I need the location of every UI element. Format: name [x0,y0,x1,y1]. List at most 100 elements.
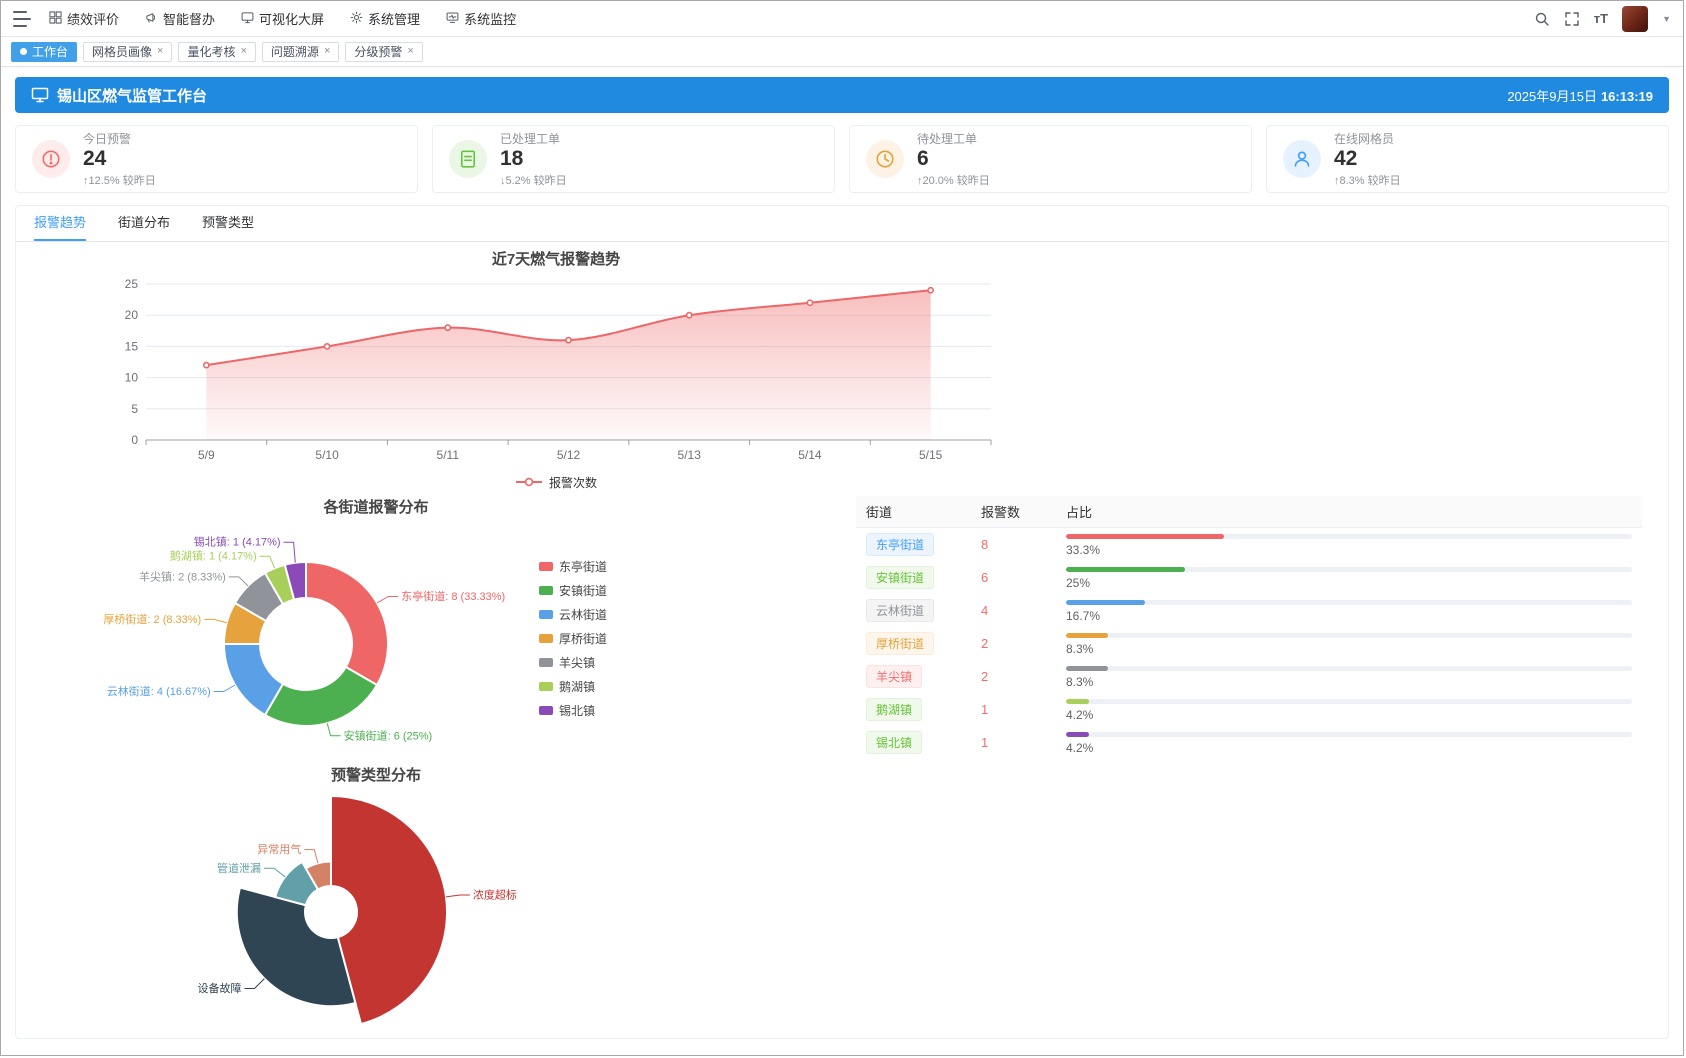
street-badge[interactable]: 羊尖镇 [866,665,922,688]
stat-value: 42 [1334,147,1401,171]
legend-item-3[interactable]: 厚桥街道 [539,630,607,647]
stat-label: 今日预警 [83,130,156,147]
fullscreen-icon[interactable] [1564,11,1580,27]
data-point-1[interactable] [324,344,329,349]
chevron-down-icon[interactable]: ▼ [1662,14,1671,24]
top-navbar: 绩效评价 智能督办 可视化大屏 系统管理 系统监控 тT ▼ [1,1,1683,37]
close-icon[interactable]: × [407,46,413,57]
data-point-2[interactable] [445,325,450,330]
document-icon [449,140,487,178]
tag-workbench-active[interactable]: 工作台 [11,42,77,62]
tag-item-1[interactable]: 量化考核 × [178,42,255,62]
cell-street: 东亭街道 [866,533,981,556]
cell-percent: 16.7% [1066,598,1632,623]
panel-tab-1[interactable]: 街道分布 [118,206,170,241]
nav-item-0[interactable]: 绩效评价 [49,9,119,28]
alarm-count: 8 [981,537,1066,552]
percent-bar-fill [1066,633,1108,638]
street-badge[interactable]: 锡北镇 [866,731,922,754]
charts-panel: 报警趋势街道分布预警类型 近7天燃气报警趋势 05101520255/95/10… [15,205,1669,1039]
svg-text:5/9: 5/9 [198,448,215,462]
data-point-0[interactable] [204,363,209,368]
table-row-4: 羊尖镇28.3% [856,660,1642,693]
stat-card-text: 已处理工单18↓5.2% 较昨日 [500,130,567,187]
stat-label: 在线网格员 [1334,130,1401,147]
cell-street: 厚桥街道 [866,632,981,655]
banner-datetime: 2025年9月15日16:13:19 [1507,86,1653,105]
legend-label: 报警次数 [549,474,597,491]
alert-type-rose-chart: 浓度超标设备故障管道泄漏异常用气 [96,788,656,1036]
donut-slice-1[interactable] [265,667,377,726]
cell-percent: 33.3% [1066,532,1632,557]
data-point-4[interactable] [687,313,692,318]
alarm-count: 6 [981,570,1066,585]
font-size-icon[interactable]: тT [1594,11,1608,26]
street-badge[interactable]: 东亭街道 [866,533,934,556]
percent-bar-fill [1066,699,1089,704]
tag-label: 量化考核 [187,43,235,60]
alarm-count: 2 [981,636,1066,651]
search-icon[interactable] [1534,11,1550,27]
table-row-6: 锡北镇14.2% [856,726,1642,759]
street-badge[interactable]: 云林街道 [866,599,934,622]
close-icon[interactable]: × [157,46,163,57]
data-point-3[interactable] [566,338,571,343]
svg-text:5/13: 5/13 [678,448,702,462]
collapse-menu-icon[interactable] [13,11,33,27]
cell-street: 锡北镇 [866,731,981,754]
svg-text:25: 25 [125,277,139,291]
percent-bar-track [1066,534,1632,539]
data-point-5[interactable] [807,300,812,305]
banner-time: 16:13:19 [1601,89,1653,104]
stat-delta: ↑12.5% 较昨日 [83,172,156,188]
tag-item-2[interactable]: 问题溯源× [262,42,339,62]
donut-label-5: 鹅湖镇: 1 (4.17%) [170,549,257,563]
percent-bar-track [1066,699,1632,704]
nav-item-label: 系统管理 [368,9,420,28]
legend-item-1[interactable]: 安镇街道 [539,582,607,599]
donut-label-3: 厚桥街道: 2 (8.33%) [103,612,201,626]
nav-item-1[interactable]: 智能督办 [145,9,215,28]
panel-tab-2[interactable]: 预警类型 [202,206,254,241]
table-row-5: 鹅湖镇14.2% [856,693,1642,726]
svg-text:20: 20 [125,308,139,322]
nav-item-3[interactable]: 系统管理 [350,9,420,28]
user-icon [1283,140,1321,178]
street-donut-block: 各街道报警分布 东亭街道: 8 (33.33%)安镇街道: 6 (25%)云林街… [96,496,656,760]
avatar[interactable] [1622,6,1648,32]
close-icon[interactable]: × [240,46,246,57]
gear-icon [350,11,363,27]
rose-label-3: 异常用气 [257,842,301,856]
clock-icon [866,140,904,178]
legend-item-0[interactable]: 东亭街道 [539,558,607,575]
legend-label: 安镇街道 [559,582,607,599]
tab-bar: 工作台网格员画像×量化考核×问题溯源×分级预警× [1,37,1683,67]
street-badge[interactable]: 鹅湖镇 [866,698,922,721]
legend-alarm-count[interactable]: 报警次数 [96,472,1016,492]
legend-item-4[interactable]: 羊尖镇 [539,654,607,671]
legend-label: 云林街道 [559,606,607,623]
stat-label: 已处理工单 [500,130,567,147]
legend-label: 羊尖镇 [559,654,595,671]
svg-text:5: 5 [131,402,138,416]
nav-item-4[interactable]: 系统监控 [446,9,516,28]
tag-item-3[interactable]: 分级预警× [345,42,422,62]
screen-icon [31,86,49,104]
street-badge[interactable]: 厚桥街道 [866,632,934,655]
percent-bar-track [1066,633,1632,638]
close-icon[interactable]: × [324,46,330,57]
panel-tab-0[interactable]: 报警趋势 [34,206,86,241]
legend-item-5[interactable]: 鹅湖镇 [539,678,607,695]
legend-item-2[interactable]: 云林街道 [539,606,607,623]
donut-label-2: 云林街道: 4 (16.67%) [107,684,211,698]
legend-item-6[interactable]: 锡北镇 [539,702,607,719]
table-rows: 东亭街道833.3%安镇街道625%云林街道416.7%厚桥街道28.3%羊尖镇… [856,528,1642,759]
table-row-3: 厚桥街道28.3% [856,627,1642,660]
svg-text:5/12: 5/12 [557,448,581,462]
percent-label: 16.7% [1066,609,1632,623]
data-point-6[interactable] [928,288,933,293]
nav-item-2[interactable]: 可视化大屏 [241,9,324,28]
street-badge[interactable]: 安镇街道 [866,566,934,589]
tag-item-0[interactable]: 网格员画像× [83,42,172,62]
percent-bar-fill [1066,534,1224,539]
